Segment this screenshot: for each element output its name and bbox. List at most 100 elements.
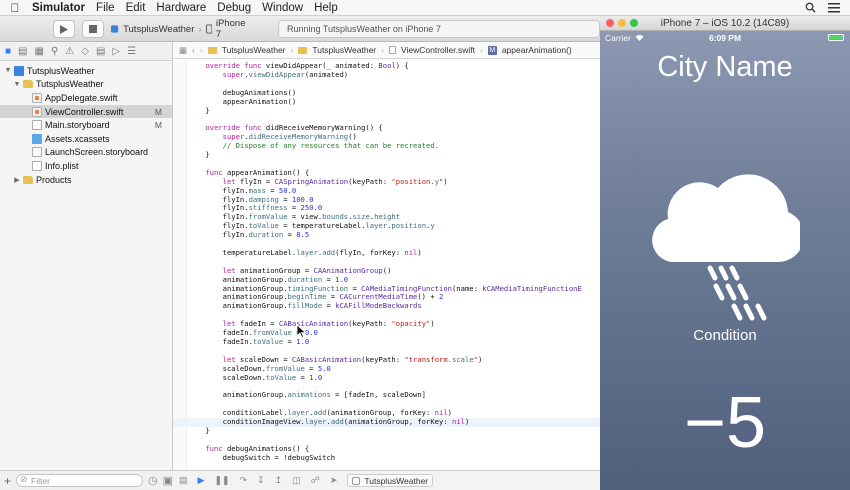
run-button[interactable] bbox=[53, 20, 75, 38]
simulator-screen[interactable]: Carrier 6:09 PM City Name Condition −5 bbox=[600, 31, 850, 490]
jump-swift-file-icon bbox=[388, 46, 396, 54]
menu-help[interactable]: Help bbox=[312, 2, 347, 14]
tree-item[interactable]: Assets.xcassets bbox=[0, 132, 172, 146]
location-icon[interactable]: ➤ bbox=[330, 475, 338, 486]
code-line[interactable]: flyIn.duration = 8.5 bbox=[173, 230, 600, 240]
forward-icon[interactable]: › bbox=[200, 45, 203, 55]
code-line[interactable]: animationGroup.fillMode = kCAFillModeBac… bbox=[173, 301, 600, 311]
step-over-icon[interactable]: ↷ bbox=[240, 475, 248, 486]
scheme-selector[interactable]: TutsplusWeather › iPhone 7 bbox=[110, 18, 250, 40]
jump-group[interactable]: TutsplusWeather bbox=[312, 45, 376, 55]
disclosure-triangle-icon[interactable]: ▼ bbox=[4, 67, 12, 74]
code-line[interactable]: fadeIn.toValue = 1.0 bbox=[173, 337, 600, 347]
folder-icon[interactable]: ■ bbox=[5, 46, 11, 57]
tree-item[interactable]: ViewController.swift M bbox=[0, 104, 172, 119]
folder-file-icon bbox=[23, 175, 33, 184]
debug-bar: ▤ ▶ ❚❚ ↷ ↧ ↥ ◫ ☍ ➤ TutsplusWeather bbox=[173, 470, 600, 490]
filter-input[interactable]: Filter bbox=[16, 474, 143, 487]
find-icon[interactable]: ⚲ bbox=[51, 46, 58, 57]
code-line[interactable]: debugSwitch = !debugSwitch bbox=[173, 453, 600, 463]
close-window-icon[interactable] bbox=[606, 19, 614, 27]
issue-icon[interactable]: ⚠ bbox=[65, 46, 74, 57]
spotlight-search-icon[interactable] bbox=[805, 2, 816, 13]
app-icon bbox=[352, 476, 361, 485]
related-items-icon[interactable]: ▦ bbox=[179, 45, 187, 56]
breakpoints-toggle-icon[interactable]: ▶ bbox=[198, 475, 205, 486]
code-line[interactable]: // Dispose of any resources that can be … bbox=[173, 141, 600, 151]
code-line[interactable]: } bbox=[173, 426, 600, 436]
tree-item[interactable]: LaunchScreen.storyboard bbox=[0, 146, 172, 160]
chevron-right-icon: › bbox=[479, 45, 483, 55]
menu-bar:  Simulator File Edit Hardware Debug Win… bbox=[0, 0, 850, 16]
report-icon[interactable]: ☰ bbox=[127, 46, 136, 57]
battery-icon bbox=[828, 34, 844, 41]
modified-files-icon[interactable]: ▣ bbox=[163, 474, 173, 487]
jump-symbol[interactable]: appearAnimation() bbox=[502, 45, 572, 55]
tree-item[interactable]: AppDelegate.swift bbox=[0, 91, 172, 105]
code-area[interactable]: override func viewDidAppear(_ animated: … bbox=[173, 61, 600, 470]
tree-item-label: Assets.xcassets bbox=[45, 133, 110, 144]
storyboard-file-icon bbox=[32, 147, 42, 158]
navigator-tab-bar: ■ ▤ ▦ ⚲ ⚠ ◇ ▤ ▷ ☰ bbox=[0, 42, 172, 61]
menu-window[interactable]: Window bbox=[260, 2, 312, 14]
tree-item-label: AppDelegate.swift bbox=[45, 92, 118, 103]
code-line[interactable]: scaleDown.toValue = 1.0 bbox=[173, 373, 600, 383]
disclosure-triangle-icon[interactable]: ▶ bbox=[13, 176, 21, 184]
back-icon[interactable]: ‹ bbox=[192, 45, 195, 55]
tree-item[interactable]: ▼ TutsplusWeather bbox=[0, 64, 172, 78]
code-line[interactable]: super.viewDidAppear(animated) bbox=[173, 70, 600, 80]
project-file-icon bbox=[14, 65, 24, 76]
jump-project[interactable]: TutsplusWeather bbox=[222, 45, 286, 55]
step-into-icon[interactable]: ↧ bbox=[257, 475, 265, 486]
play-icon bbox=[60, 24, 68, 34]
menu-app[interactable]: Simulator bbox=[30, 2, 94, 14]
disclosure-triangle-icon[interactable]: ▼ bbox=[13, 81, 21, 88]
menu-hardware[interactable]: Hardware bbox=[154, 2, 215, 14]
breakpoint-icon[interactable]: ▷ bbox=[112, 46, 120, 57]
device-icon bbox=[205, 24, 212, 34]
source-control-icon[interactable]: ▤ bbox=[18, 46, 27, 57]
zoom-window-icon[interactable] bbox=[630, 19, 638, 27]
ios-status-bar: Carrier 6:09 PM bbox=[600, 31, 850, 45]
stop-icon bbox=[89, 25, 97, 33]
code-line[interactable]: conditionImageView.layer.add(animationGr… bbox=[173, 417, 600, 427]
debug-icon[interactable]: ▤ bbox=[96, 46, 105, 57]
apple-menu-icon[interactable]:  bbox=[0, 1, 30, 15]
condition-label: Condition bbox=[693, 327, 757, 344]
menu-edit[interactable]: Edit bbox=[124, 2, 155, 14]
filter-placeholder: Filter bbox=[31, 475, 50, 486]
tree-item[interactable]: Info.plist bbox=[0, 159, 172, 173]
jump-bar: ▦ ‹ › TutsplusWeather › TutsplusWeather … bbox=[173, 42, 600, 59]
code-line[interactable]: animationGroup.animations = [fadeIn, sca… bbox=[173, 390, 600, 400]
code-line[interactable]: } bbox=[173, 150, 600, 160]
view-hierarchy-icon[interactable]: ◫ bbox=[292, 475, 301, 486]
tree-item[interactable]: Main.storyboard M bbox=[0, 118, 172, 132]
pause-icon[interactable]: ❚❚ bbox=[214, 475, 229, 486]
app-scheme-icon bbox=[110, 25, 119, 33]
temperature-label: −5 bbox=[683, 383, 767, 463]
storyboard-file-icon bbox=[32, 120, 42, 131]
test-icon[interactable]: ◇ bbox=[81, 46, 89, 57]
tree-item[interactable]: ▶ Products bbox=[0, 173, 172, 187]
memory-graph-icon[interactable]: ☍ bbox=[311, 475, 320, 486]
recent-files-icon[interactable]: ◷ bbox=[148, 474, 158, 487]
notification-center-icon[interactable] bbox=[828, 2, 840, 13]
add-icon[interactable]: + bbox=[4, 474, 11, 488]
folder-file-icon bbox=[23, 80, 33, 89]
stop-button[interactable] bbox=[82, 20, 104, 38]
xcode-toolbar: TutsplusWeather › iPhone 7 Running Tutsp… bbox=[0, 16, 600, 42]
hide-debug-area-icon[interactable]: ▤ bbox=[179, 475, 188, 486]
symbol-icon[interactable]: ▦ bbox=[35, 46, 44, 57]
tree-item[interactable]: ▼ TutsplusWeather bbox=[0, 78, 172, 92]
chevron-right-icon: › bbox=[198, 23, 202, 35]
step-out-icon[interactable]: ↥ bbox=[275, 475, 283, 486]
code-line[interactable]: } bbox=[173, 106, 600, 116]
jump-file[interactable]: ViewController.swift bbox=[401, 45, 475, 55]
menu-file[interactable]: File bbox=[94, 2, 124, 14]
simulator-title-bar: iPhone 7 – iOS 10.2 (14C89) bbox=[600, 16, 850, 31]
menu-debug[interactable]: Debug bbox=[215, 2, 260, 14]
minimize-window-icon[interactable] bbox=[618, 19, 626, 27]
debug-target-box[interactable]: TutsplusWeather bbox=[347, 474, 434, 487]
code-line[interactable]: temperatureLabel.layer.add(flyIn, forKey… bbox=[173, 248, 600, 258]
code-line[interactable]: appearAnimation() bbox=[173, 97, 600, 107]
